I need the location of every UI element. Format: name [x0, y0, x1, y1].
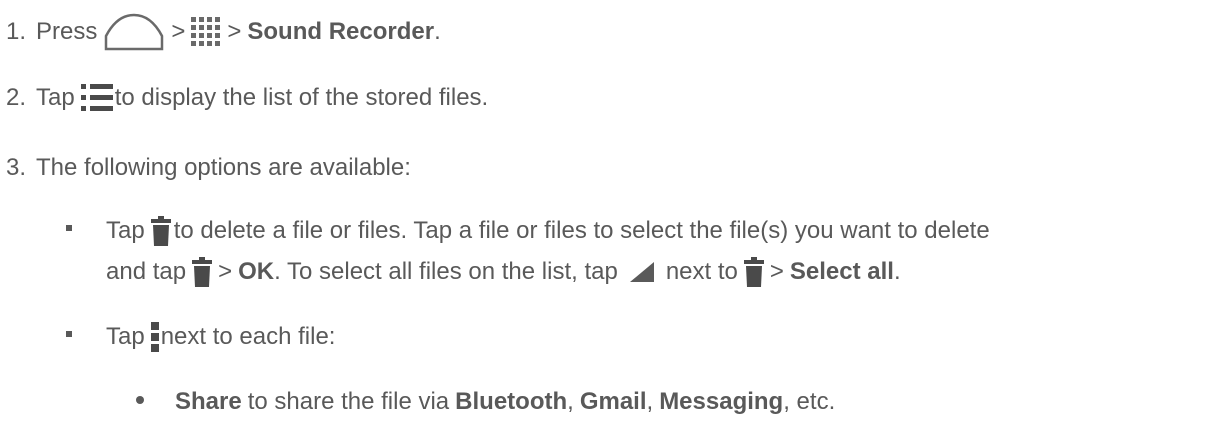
round-bullet — [136, 396, 144, 404]
menu-icon — [150, 321, 159, 353]
home-icon — [103, 12, 165, 52]
square-bullet — [66, 331, 72, 337]
step-1: 1. Press > > Sound Recorder . — [6, 12, 441, 52]
step-number: 1. — [6, 18, 27, 45]
step-number: 3. — [6, 154, 27, 181]
bullet-menu: Tap next to each file: — [66, 320, 335, 354]
step-text: Tap — [36, 84, 75, 111]
step-number: 2. — [6, 84, 27, 111]
bullet-delete-line-1: Tap to delete a file or files. Tap a fil… — [66, 214, 990, 248]
square-bullet — [66, 225, 72, 231]
trash-icon — [150, 216, 171, 246]
step-text: The following options are available: — [36, 154, 411, 181]
step-text: Press — [36, 18, 98, 45]
apps-grid-icon — [191, 17, 221, 47]
trash-icon — [192, 257, 213, 287]
separator: > — [227, 18, 242, 45]
dropdown-corner-icon — [629, 262, 654, 282]
step-3: 3. The following options are available: — [6, 152, 411, 184]
list-icon — [80, 82, 113, 114]
trash-icon — [743, 257, 764, 287]
separator: > — [171, 18, 186, 45]
step-2: 2. Tap to display the list of the stored… — [6, 80, 488, 116]
sub-bullet-share: Share to share the file via Bluetooth , … — [136, 386, 835, 418]
step-text: to display the list of the stored files. — [114, 84, 489, 111]
bullet-delete-line-2: and tap > OK . To select all files on th… — [106, 257, 901, 287]
app-name: Sound Recorder — [247, 18, 435, 45]
